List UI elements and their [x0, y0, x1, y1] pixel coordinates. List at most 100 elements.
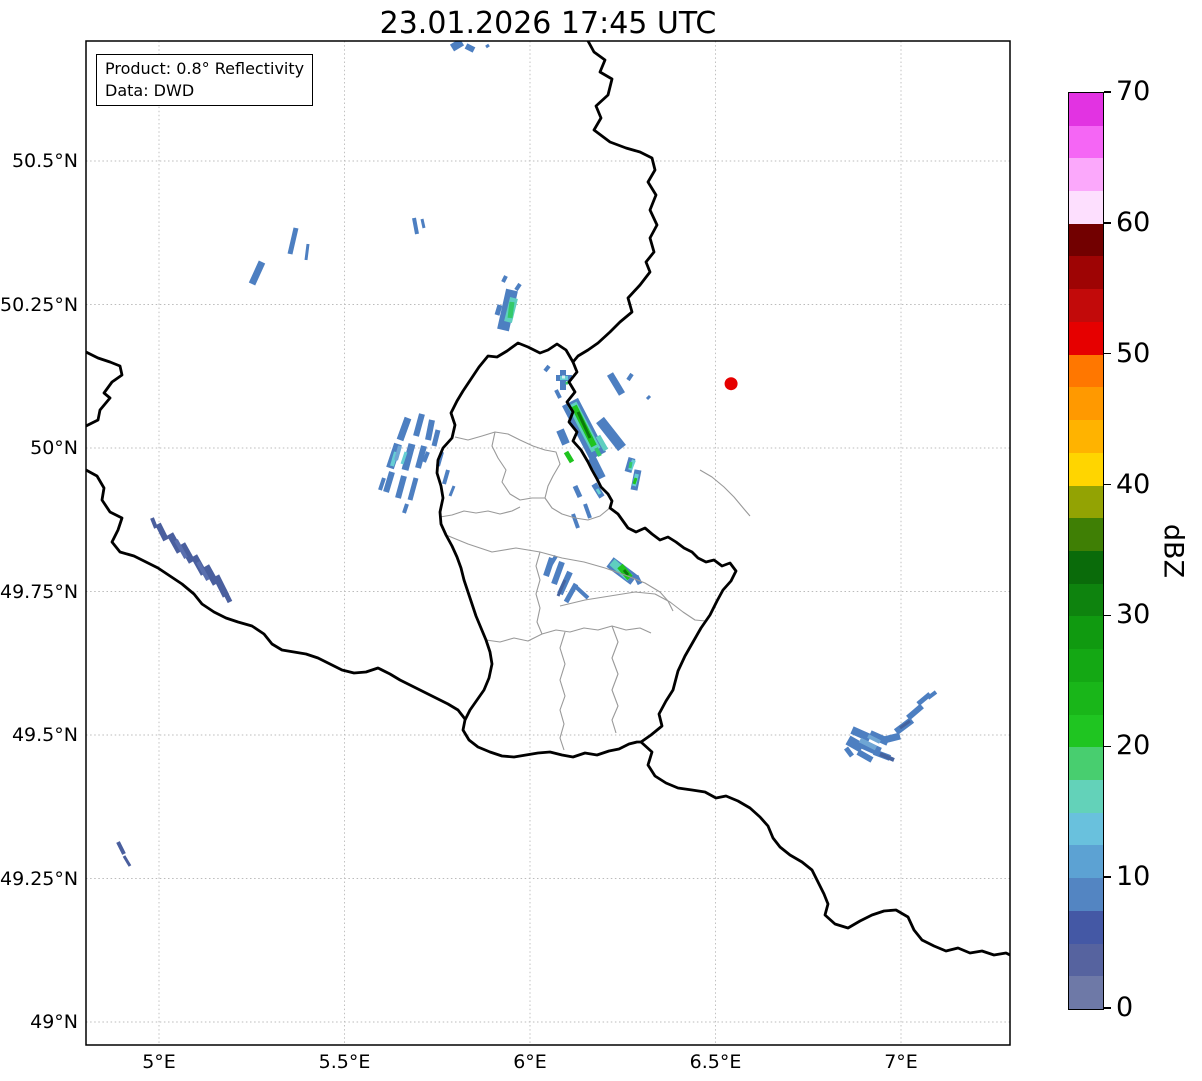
- colorbar-segment: [1069, 616, 1103, 650]
- lon-tick-label: 5°E: [142, 1051, 176, 1073]
- colorbar-segment: [1069, 92, 1103, 126]
- admin-border-path: [611, 625, 619, 734]
- radar-echo-segment: [402, 503, 409, 514]
- colorbar-tick-label: 0: [1116, 991, 1134, 1023]
- radar-echo-segment: [425, 419, 435, 441]
- colorbar-tick-label: 30: [1116, 599, 1151, 631]
- colorbar-segment: [1069, 845, 1103, 879]
- lat-tick-label: 50.5°N: [11, 150, 78, 172]
- radar-echo-segment: [626, 372, 634, 382]
- colorbar-segment: [1069, 223, 1103, 257]
- radar-echo-segment: [856, 749, 874, 763]
- radar-echo-segment: [485, 43, 490, 49]
- colorbar-segment: [1069, 910, 1103, 944]
- country-border-france-belgium: [86, 468, 467, 721]
- map-frame: [85, 40, 1011, 1046]
- colorbar-tick-mark: [1104, 876, 1111, 878]
- colorbar-segment: [1069, 779, 1103, 813]
- radar-echo-segment: [628, 461, 633, 469]
- radar-echo-segment: [248, 260, 266, 286]
- lat-tick-label: 49.5°N: [11, 724, 78, 746]
- radar-echo-segment: [556, 428, 570, 446]
- radar-echo-segment: [543, 364, 551, 373]
- radar-echo-segment: [883, 732, 901, 744]
- colorbar-segment: [1069, 354, 1103, 388]
- radar-echo-segment: [850, 726, 872, 742]
- radar-echo-segment: [431, 429, 441, 447]
- radar-echo-segment: [571, 513, 580, 529]
- admin-border-path: [535, 551, 543, 635]
- lon-tick-label: 5.5°E: [318, 1051, 371, 1073]
- radar-echo-segment: [645, 394, 652, 401]
- colorbar-segment: [1069, 158, 1103, 192]
- radar-echo-segment: [906, 703, 924, 721]
- radar-echo-segment: [501, 275, 508, 283]
- colorbar-segment: [1069, 387, 1103, 421]
- radar-echo-segment: [514, 282, 522, 292]
- lat-tick-label: 49.25°N: [0, 867, 79, 890]
- radar-echo-segment: [407, 477, 419, 501]
- lat-tick-label: 49.75°N: [0, 580, 79, 603]
- radar-echo-segment: [551, 560, 565, 586]
- colorbar: [1068, 92, 1104, 1010]
- admin-border-path: [559, 631, 566, 751]
- radar-echo-segment: [287, 227, 299, 255]
- radar-echo-segment: [464, 43, 476, 53]
- lat-tick-label: 50.25°N: [0, 293, 79, 316]
- colorbar-segment: [1069, 649, 1103, 682]
- admin-border-path: [491, 431, 545, 501]
- admin-border-path: [439, 506, 521, 518]
- colorbar-segment: [1069, 191, 1103, 224]
- country-border-west-loop: [86, 350, 124, 428]
- radar-echo-segment: [926, 690, 938, 700]
- radar-echo-layer: [116, 41, 938, 867]
- colorbar-tick-mark: [1104, 745, 1111, 748]
- radar-echo-segment: [563, 582, 579, 604]
- colorbar-tick-label: 40: [1116, 468, 1151, 500]
- product-info-line: Product: 0.8° Reflectivity: [105, 59, 305, 78]
- radar-echo-segment: [572, 484, 583, 499]
- colorbar-tick-mark: [1104, 1007, 1111, 1009]
- admin-border-path: [485, 625, 652, 643]
- colorbar-segment: [1069, 289, 1103, 322]
- colorbar-segment: [1069, 943, 1103, 977]
- colorbar-segment: [1069, 714, 1103, 748]
- colorbar-tick-label: 50: [1116, 337, 1151, 369]
- radar-echo-segment: [448, 485, 456, 497]
- map-svg: [85, 40, 1011, 1046]
- radar-site-dot: [724, 377, 738, 391]
- country-borders: [86, 41, 1010, 957]
- radar-echo-segment: [507, 301, 515, 319]
- radar-echo-segment: [116, 841, 126, 855]
- colorbar-segment: [1069, 681, 1103, 715]
- colorbar-segment: [1069, 125, 1103, 159]
- radar-echo-segment: [449, 41, 465, 52]
- lon-tick-label: 6°E: [513, 1051, 547, 1073]
- colorbar-tick-label: 20: [1116, 730, 1151, 762]
- colorbar-segment: [1069, 812, 1103, 846]
- radar-echo-segment: [122, 855, 132, 867]
- admin-border-path: [559, 591, 707, 622]
- colorbar-segment: [1069, 256, 1103, 290]
- radar-echo-segment: [412, 217, 419, 235]
- radar-echo-segment: [583, 503, 592, 519]
- colorbar-tick-mark: [1104, 91, 1111, 93]
- colorbar-tick-label: 70: [1116, 75, 1151, 107]
- colorbar-segment: [1069, 321, 1103, 355]
- radar-echo-segment: [420, 218, 426, 229]
- colorbar-segment: [1069, 550, 1103, 584]
- radar-echo-segment: [632, 477, 638, 485]
- colorbar-tick-mark: [1104, 222, 1111, 224]
- radar-map-page: 23.01.2026 17:45 UTC Product: 0.8° Refle…: [0, 0, 1202, 1081]
- lon-tick-label: 6.5°E: [689, 1051, 742, 1073]
- colorbar-segment: [1069, 583, 1103, 617]
- radar-site-marker: [724, 377, 738, 391]
- colorbar-segment: [1069, 485, 1103, 519]
- lat-tick-label: 50°N: [30, 437, 78, 459]
- data-source-line: Data: DWD: [105, 80, 195, 100]
- radar-echo-segment: [879, 752, 895, 762]
- radar-echo-segment: [442, 469, 450, 485]
- radar-echo-segment: [606, 372, 626, 396]
- radar-echo-segment: [494, 304, 503, 316]
- country-border-germany: [565, 41, 1010, 957]
